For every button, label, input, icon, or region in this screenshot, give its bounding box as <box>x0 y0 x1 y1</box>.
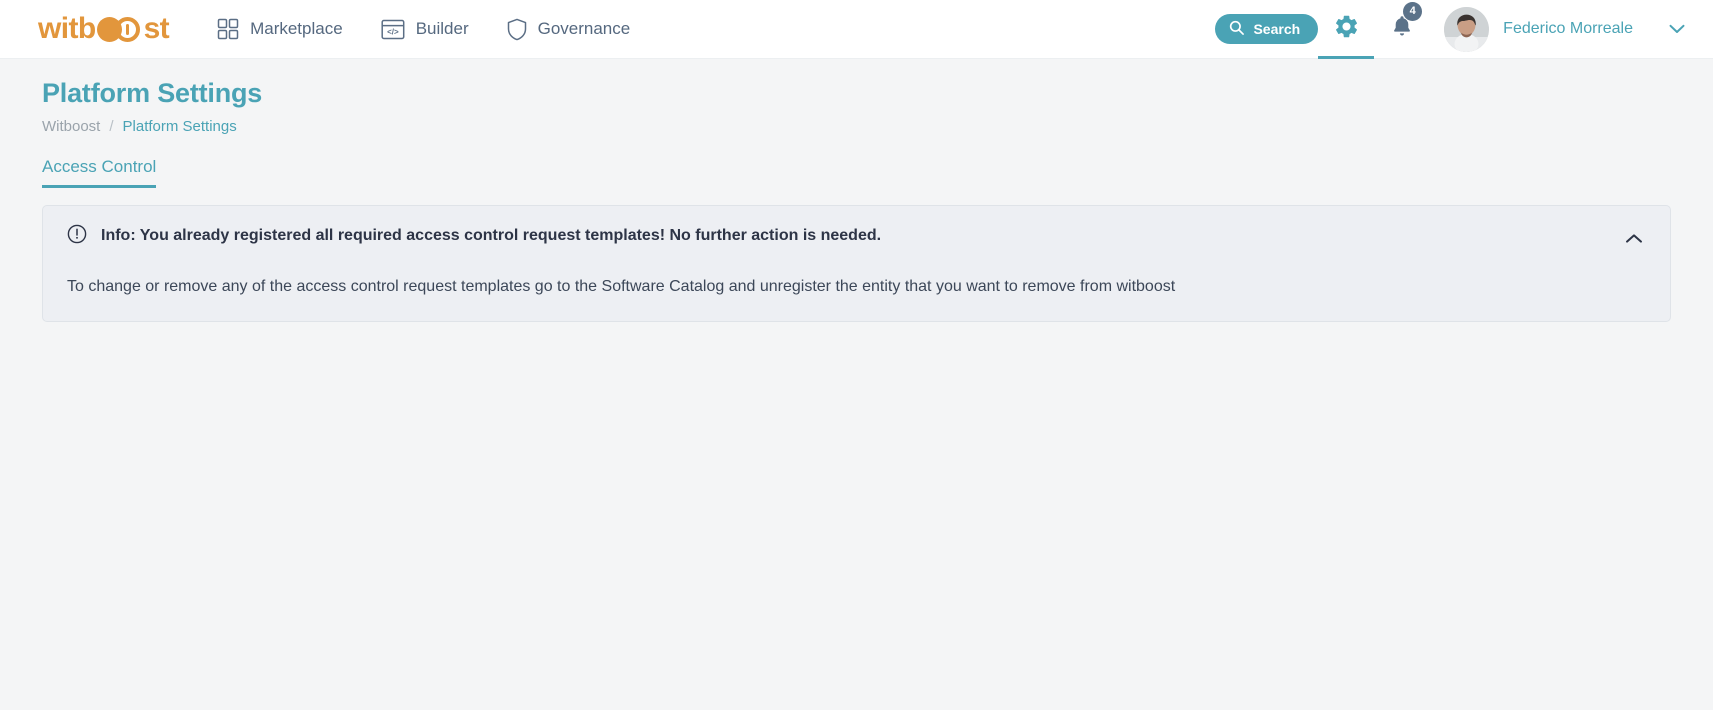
breadcrumb-separator: / <box>109 118 114 136</box>
svg-text:</>: </> <box>387 27 399 36</box>
avatar <box>1444 6 1490 52</box>
tab-bar: Access Control <box>42 157 1671 189</box>
info-circle-icon <box>67 224 87 249</box>
info-alert-header: Info: You already registered all require… <box>67 224 1646 249</box>
nav-label-governance: Governance <box>537 19 631 38</box>
witboost-logo[interactable]: witb st <box>38 0 170 58</box>
header-actions: Search 4 Federico Morreale <box>1215 0 1693 58</box>
gear-icon <box>1333 13 1360 45</box>
nav-item-builder[interactable]: </> Builder <box>381 0 469 58</box>
logo-text-before: witb <box>38 12 96 45</box>
chevron-down-icon[interactable] <box>1669 24 1685 34</box>
tab-access-control[interactable]: Access Control <box>42 157 157 189</box>
page-title: Platform Settings <box>42 78 263 108</box>
shield-icon <box>507 18 527 41</box>
search-button-label: Search <box>1253 21 1301 37</box>
logo-wordmark: witb st <box>38 12 170 45</box>
breadcrumb: Witboost / Platform Settings <box>42 118 1671 135</box>
user-name-label: Federico Morreale <box>1503 20 1633 37</box>
notifications-button[interactable]: 4 <box>1374 0 1430 59</box>
nav-label-builder: Builder <box>415 19 469 38</box>
breadcrumb-item-platform-settings[interactable]: Platform Settings <box>123 118 237 135</box>
nav-item-governance[interactable]: Governance <box>507 0 631 58</box>
info-alert: Info: You already registered all require… <box>42 205 1671 322</box>
user-menu[interactable]: Federico Morreale <box>1444 6 1693 52</box>
search-icon <box>1229 20 1245 38</box>
breadcrumb-item-witboost[interactable]: Witboost <box>42 118 100 135</box>
nav-label-marketplace: Marketplace <box>250 19 343 38</box>
page-content: Platform Settings Witboost / Platform Se… <box>0 59 1713 710</box>
chevron-up-icon[interactable] <box>1620 224 1648 252</box>
notification-count-badge: 4 <box>1403 1 1423 21</box>
app-header: witb st Marketplace </> Builder Governan… <box>0 0 1713 59</box>
settings-button[interactable] <box>1318 0 1374 59</box>
info-alert-title: Info: You already registered all require… <box>101 227 882 245</box>
logo-oo-mark <box>96 16 143 42</box>
logo-text-after: st <box>143 12 170 45</box>
info-alert-body: To change or remove any of the access co… <box>67 278 1176 296</box>
code-window-icon: </> <box>381 19 405 40</box>
search-button[interactable]: Search <box>1215 14 1319 44</box>
main-nav: Marketplace </> Builder Governance <box>217 0 630 58</box>
grid-icon <box>217 18 239 40</box>
nav-item-marketplace[interactable]: Marketplace <box>217 0 343 58</box>
